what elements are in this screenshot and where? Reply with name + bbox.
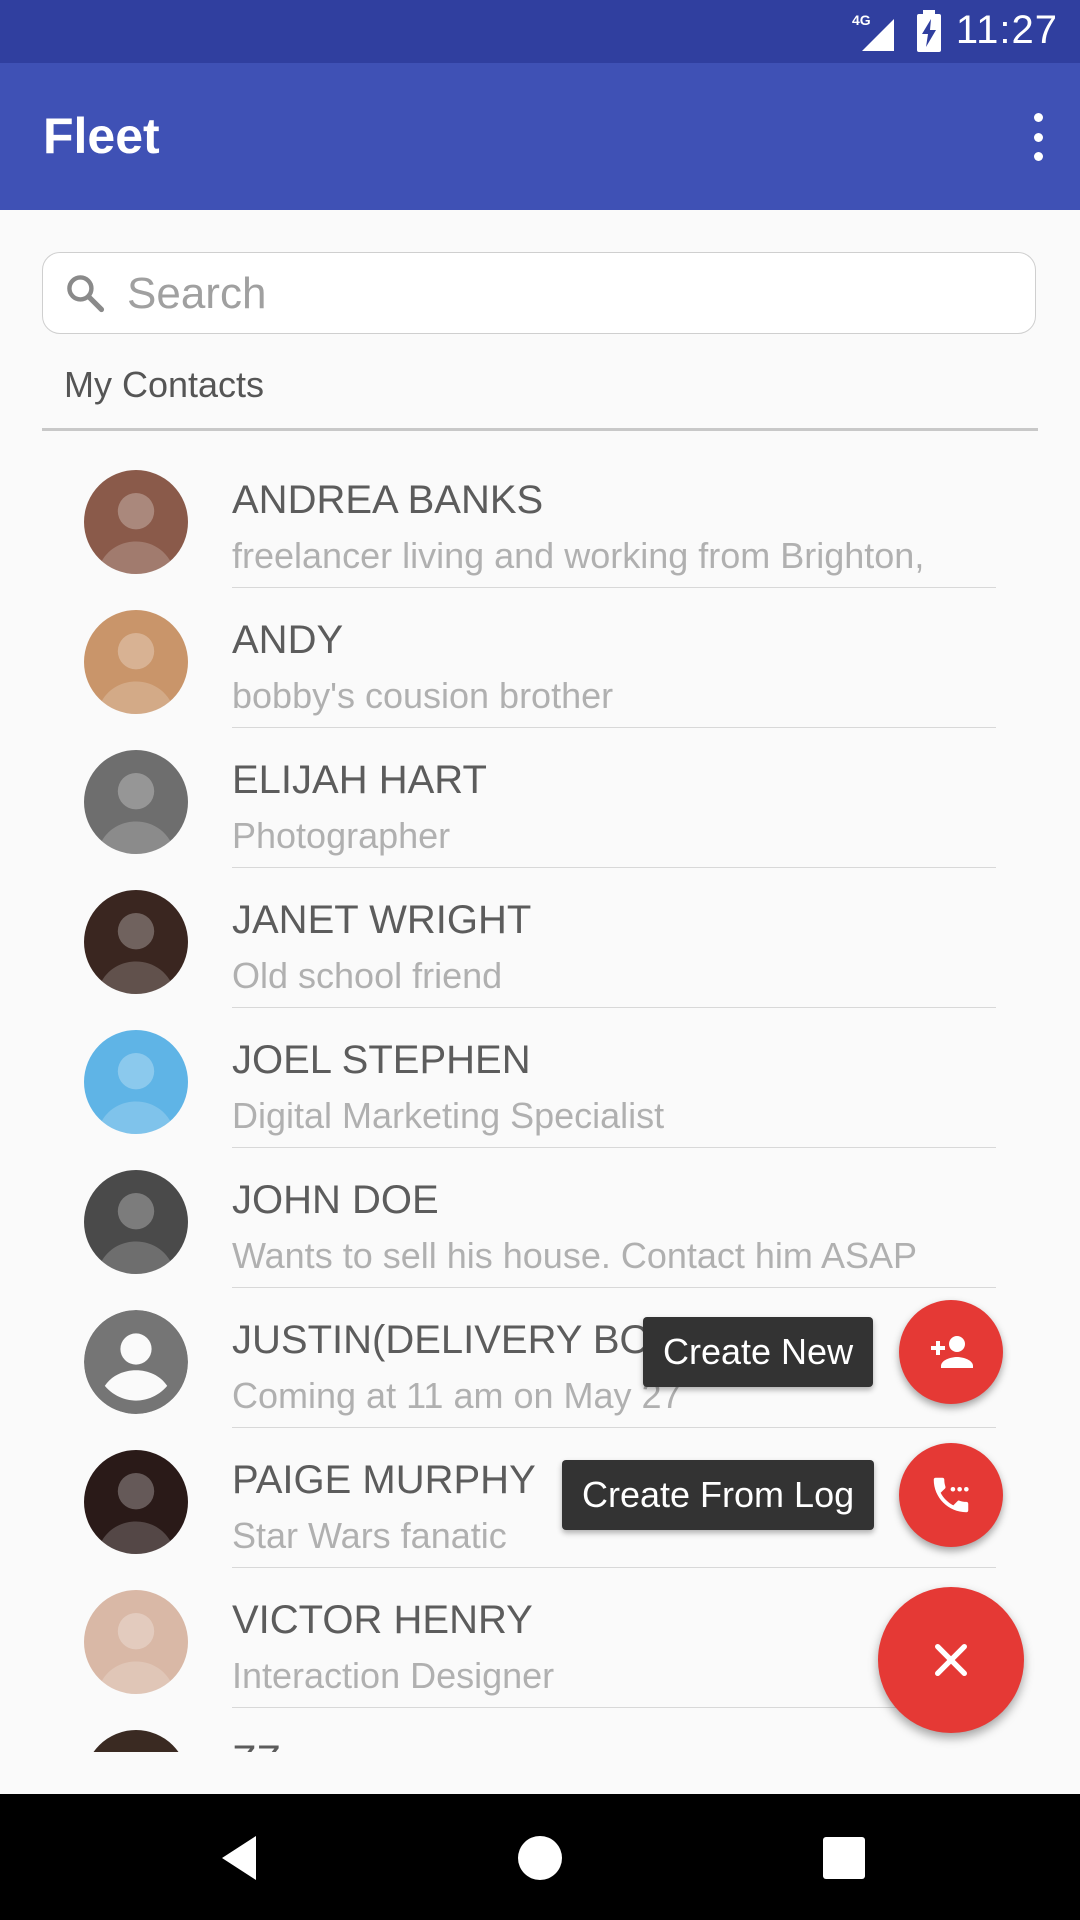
contact-name: JOHN DOE: [232, 1178, 439, 1222]
clock: 11:27: [955, 8, 1058, 52]
close-fab-button[interactable]: [878, 1587, 1024, 1733]
contact-description: freelancer living and working from Brigh…: [232, 535, 925, 576]
default-avatar-icon: [84, 1310, 188, 1414]
contact-name: ELIJAH HART: [232, 758, 487, 802]
contact-row[interactable]: ELIJAH HART Photographer: [0, 728, 1080, 868]
recents-icon[interactable]: [816, 1830, 872, 1886]
contact-name: ANDY: [232, 618, 344, 662]
contact-description: Old school friend: [232, 955, 503, 996]
contact-avatar: [84, 750, 188, 854]
section-label: My Contacts: [64, 364, 265, 405]
home-icon[interactable]: [512, 1830, 568, 1886]
contact-description: bobby's cousion brother: [232, 675, 614, 716]
network-type: 4G: [852, 12, 871, 28]
contact-name: JOEL STEPHEN: [232, 1038, 531, 1082]
contact-avatar: [84, 470, 188, 574]
battery-charging-icon: [916, 9, 941, 52]
contact-description: Photographer: [232, 815, 451, 856]
contact-avatar: [84, 610, 188, 714]
contact-name: JUSTIN(DELIVERY BOY): [232, 1318, 691, 1362]
contact-avatar: [84, 1030, 188, 1134]
contact-avatar: [84, 1450, 188, 1554]
create-new-button[interactable]: [899, 1300, 1003, 1404]
search-icon: [67, 275, 105, 313]
contact-avatar: [84, 890, 188, 994]
contact-avatar: [84, 1730, 188, 1752]
contact-row[interactable]: JOHN DOE Wants to sell his house. Contact…: [0, 1148, 1080, 1288]
contact-description: Wants to sell his house. Contact him ASA…: [232, 1235, 917, 1276]
contact-avatar: [84, 1590, 188, 1694]
cellular-signal-icon: 4G: [852, 12, 894, 51]
contact-row[interactable]: JANET WRIGHT Old school friend: [0, 868, 1080, 1008]
contact-name: ZZ: [232, 1738, 281, 1752]
app-title: Fleet: [43, 108, 160, 164]
contact-description: Digital Marketing Specialist: [232, 1095, 665, 1136]
status-icons: 4G 11:27: [852, 8, 1058, 53]
contact-list: ANDREA BANKS freelancer living and workin…: [0, 448, 1080, 1752]
create-from-log-label[interactable]: Create From Log: [562, 1460, 875, 1530]
search-box[interactable]: [42, 252, 1036, 334]
contact-description: Interaction Designer: [232, 1655, 555, 1696]
search-input[interactable]: [125, 263, 1009, 325]
create-from-log-button[interactable]: [899, 1443, 1003, 1547]
app-bar: Fleet: [0, 63, 1080, 210]
create-new-label[interactable]: Create New: [643, 1317, 874, 1387]
section-divider: [42, 428, 1038, 431]
close-icon: [935, 1644, 967, 1676]
contact-description: Coming at 11 am on May 27: [232, 1375, 682, 1416]
contact-description: Star Wars fanatic: [232, 1515, 507, 1556]
contact-avatar: [84, 1170, 188, 1274]
contact-name: ANDREA BANKS: [232, 478, 544, 522]
navigation-bar: [0, 1794, 1080, 1920]
contact-name: PAIGE MURPHY: [232, 1458, 536, 1502]
phone-log-icon: [933, 1477, 969, 1513]
contact-row[interactable]: ANDY bobby's cousion brother: [0, 588, 1080, 728]
contact-name: JANET WRIGHT: [232, 898, 532, 942]
contact-row[interactable]: ANDREA BANKS freelancer living and workin…: [0, 448, 1080, 588]
back-icon[interactable]: [212, 1830, 268, 1886]
contact-name: VICTOR HENRY: [232, 1598, 533, 1642]
add-person-icon: [931, 1336, 973, 1368]
status-bar: 4G 11:27: [0, 0, 1080, 63]
overflow-menu-icon[interactable]: [1026, 113, 1050, 161]
contact-row[interactable]: JOEL STEPHEN Digital Marketing Specialist: [0, 1008, 1080, 1148]
